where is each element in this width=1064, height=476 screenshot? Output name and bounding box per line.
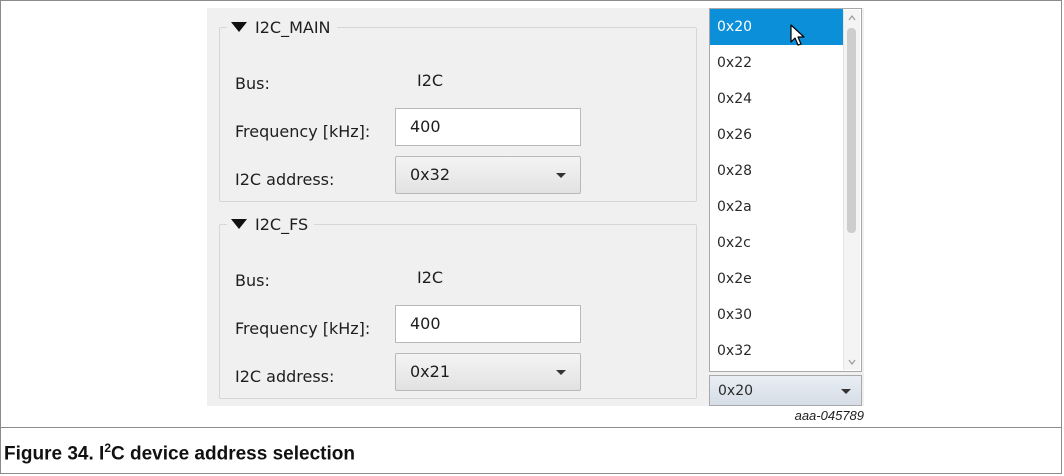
scrollbar-thumb[interactable]	[847, 28, 856, 233]
dropdown-option[interactable]: 0x32	[710, 333, 843, 369]
frequency-input[interactable]: 400	[395, 305, 581, 343]
frequency-input[interactable]: 400	[395, 108, 581, 146]
chevron-down-icon	[556, 370, 566, 375]
dropdown-scrollbar[interactable]	[843, 10, 860, 370]
caption-bar: Figure 34. I2C device address selection	[0, 427, 1062, 474]
dropdown-option[interactable]: 0x2e	[710, 261, 843, 297]
caption-prefix: Figure 34. I	[4, 443, 105, 465]
bus-value: I2C	[417, 71, 444, 90]
i2c-address-combo[interactable]: 0x21	[395, 353, 581, 391]
frequency-label: Frequency [kHz]:	[235, 319, 371, 338]
bus-value: I2C	[417, 268, 444, 287]
figure-caption: Figure 34. I2C device address selection	[4, 441, 355, 465]
i2c-address-value: 0x32	[410, 165, 451, 184]
i2c-address-label: I2C address:	[235, 170, 335, 189]
panel-i2c-main: I2C_MAIN Bus: I2C Frequency [kHz]: 400 I…	[219, 16, 697, 202]
bus-label: Bus:	[235, 271, 270, 290]
panel-i2c-fs: I2C_FS Bus: I2C Frequency [kHz]: 400 I2C…	[219, 213, 697, 399]
caption-suffix: C device address selection	[111, 443, 355, 465]
dropdown-option[interactable]: 0x30	[710, 297, 843, 333]
screenshot-area: I2C_MAIN Bus: I2C Frequency [kHz]: 400 I…	[207, 8, 864, 406]
dropdown-option[interactable]: 0x2a	[710, 189, 843, 225]
caption-superscript: 2	[104, 441, 111, 455]
panel-title: I2C_FS	[255, 214, 309, 234]
dropdown-option[interactable]: 0x2c	[710, 225, 843, 261]
dropdown-option[interactable]: 0x26	[710, 117, 843, 153]
scroll-up-icon[interactable]	[848, 14, 856, 22]
dropdown-option[interactable]: 0x24	[710, 81, 843, 117]
address-combo-box[interactable]: 0x20	[709, 375, 862, 406]
i2c-address-label: I2C address:	[235, 367, 335, 386]
chevron-down-icon	[841, 389, 851, 394]
bus-label: Bus:	[235, 74, 270, 93]
address-combo-value: 0x20	[718, 383, 754, 399]
frequency-label: Frequency [kHz]:	[235, 122, 371, 141]
collapse-triangle-icon[interactable]	[231, 219, 247, 229]
panel-header-i2c-main[interactable]: I2C_MAIN	[227, 16, 337, 38]
dropdown-option[interactable]: 0x20	[710, 9, 843, 45]
i2c-address-value: 0x21	[410, 362, 451, 381]
figure-tag: aaa-045789	[794, 408, 864, 423]
address-dropdown-list[interactable]: 0x20 0x22 0x24 0x26 0x28 0x2a 0x2c 0x2e …	[709, 8, 862, 372]
chevron-down-icon	[556, 173, 566, 178]
panel-title: I2C_MAIN	[255, 17, 331, 37]
panel-header-i2c-fs[interactable]: I2C_FS	[227, 213, 315, 235]
i2c-address-combo[interactable]: 0x32	[395, 156, 581, 194]
dropdown-option[interactable]: 0x28	[710, 153, 843, 189]
dropdown-option[interactable]: 0x22	[710, 45, 843, 81]
mouse-pointer-icon	[790, 24, 805, 46]
collapse-triangle-icon[interactable]	[231, 22, 247, 32]
scroll-down-icon[interactable]	[848, 358, 856, 366]
